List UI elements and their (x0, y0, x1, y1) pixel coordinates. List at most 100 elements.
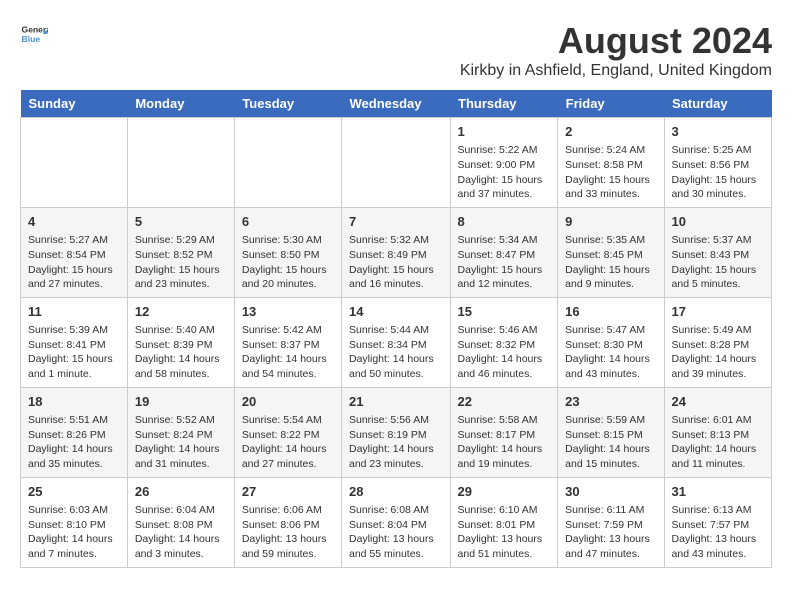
day-number: 10 (672, 213, 764, 231)
cell-content: Sunrise: 6:11 AM Sunset: 7:59 PM Dayligh… (565, 503, 656, 562)
header-row: SundayMondayTuesdayWednesdayThursdayFrid… (21, 90, 772, 118)
cell-content: Sunrise: 5:24 AM Sunset: 8:58 PM Dayligh… (565, 143, 656, 202)
day-number: 21 (349, 393, 443, 411)
cell-content: Sunrise: 5:34 AM Sunset: 8:47 PM Dayligh… (458, 233, 551, 292)
calendar-cell: 20 Sunrise: 5:54 AM Sunset: 8:22 PM Dayli… (234, 387, 341, 477)
calendar-cell: 29 Sunrise: 6:10 AM Sunset: 8:01 PM Dayli… (450, 477, 558, 567)
day-number: 6 (242, 213, 334, 231)
header-cell-monday: Monday (127, 90, 234, 118)
cell-content: Sunrise: 5:51 AM Sunset: 8:26 PM Dayligh… (28, 413, 120, 472)
calendar-cell: 11Sunrise: 5:39 AM Sunset: 8:41 PM Dayli… (21, 297, 128, 387)
cell-content: Sunrise: 5:58 AM Sunset: 8:17 PM Dayligh… (458, 413, 551, 472)
calendar-cell: 18 Sunrise: 5:51 AM Sunset: 8:26 PM Dayli… (21, 387, 128, 477)
calendar-cell (21, 118, 128, 208)
calendar-week-4: 18 Sunrise: 5:51 AM Sunset: 8:26 PM Dayli… (21, 387, 772, 477)
cell-content: Sunrise: 5:25 AM Sunset: 8:56 PM Dayligh… (672, 143, 764, 202)
cell-content: Sunrise: 6:10 AM Sunset: 8:01 PM Dayligh… (458, 503, 551, 562)
calendar-cell (234, 118, 341, 208)
cell-content: Sunrise: 5:40 AM Sunset: 8:39 PM Dayligh… (135, 323, 227, 382)
calendar-cell: 25 Sunrise: 6:03 AM Sunset: 8:10 PM Dayli… (21, 477, 128, 567)
logo-icon: General Blue (20, 20, 48, 48)
calendar-cell: 3 Sunrise: 5:25 AM Sunset: 8:56 PM Daylig… (664, 118, 771, 208)
cell-content: Sunrise: 5:32 AM Sunset: 8:49 PM Dayligh… (349, 233, 443, 292)
header-cell-tuesday: Tuesday (234, 90, 341, 118)
calendar-cell (342, 118, 451, 208)
day-number: 24 (672, 393, 764, 411)
day-number: 25 (28, 483, 120, 501)
cell-content: Sunrise: 5:47 AM Sunset: 8:30 PM Dayligh… (565, 323, 656, 382)
calendar-table: SundayMondayTuesdayWednesdayThursdayFrid… (20, 90, 772, 568)
calendar-cell: 2 Sunrise: 5:24 AM Sunset: 8:58 PM Daylig… (558, 118, 664, 208)
subtitle: Kirkby in Ashfield, England, United King… (460, 62, 772, 80)
svg-text:Blue: Blue (22, 34, 41, 44)
cell-content: Sunrise: 5:44 AM Sunset: 8:34 PM Dayligh… (349, 323, 443, 382)
calendar-cell: 16 Sunrise: 5:47 AM Sunset: 8:30 PM Dayli… (558, 297, 664, 387)
day-number: 12 (135, 303, 227, 321)
calendar-week-1: 1Sunrise: 5:22 AM Sunset: 9:00 PM Daylig… (21, 118, 772, 208)
calendar-cell: 14 Sunrise: 5:44 AM Sunset: 8:34 PM Dayli… (342, 297, 451, 387)
cell-content: Sunrise: 5:59 AM Sunset: 8:15 PM Dayligh… (565, 413, 656, 472)
header-cell-saturday: Saturday (664, 90, 771, 118)
cell-content: Sunrise: 5:30 AM Sunset: 8:50 PM Dayligh… (242, 233, 334, 292)
calendar-cell: 22 Sunrise: 5:58 AM Sunset: 8:17 PM Dayli… (450, 387, 558, 477)
calendar-week-2: 4 Sunrise: 5:27 AM Sunset: 8:54 PM Daylig… (21, 207, 772, 297)
cell-content: Sunrise: 5:54 AM Sunset: 8:22 PM Dayligh… (242, 413, 334, 472)
calendar-cell: 13Sunrise: 5:42 AM Sunset: 8:37 PM Dayli… (234, 297, 341, 387)
logo: General Blue (20, 20, 48, 48)
calendar-cell: 5Sunrise: 5:29 AM Sunset: 8:52 PM Daylig… (127, 207, 234, 297)
day-number: 18 (28, 393, 120, 411)
header-cell-sunday: Sunday (21, 90, 128, 118)
calendar-cell: 31Sunrise: 6:13 AM Sunset: 7:57 PM Dayli… (664, 477, 771, 567)
calendar-cell: 24 Sunrise: 6:01 AM Sunset: 8:13 PM Dayli… (664, 387, 771, 477)
cell-content: Sunrise: 5:22 AM Sunset: 9:00 PM Dayligh… (458, 143, 551, 202)
calendar-cell: 28 Sunrise: 6:08 AM Sunset: 8:04 PM Dayli… (342, 477, 451, 567)
calendar-cell: 19 Sunrise: 5:52 AM Sunset: 8:24 PM Dayli… (127, 387, 234, 477)
day-number: 26 (135, 483, 227, 501)
day-number: 19 (135, 393, 227, 411)
calendar-cell: 12 Sunrise: 5:40 AM Sunset: 8:39 PM Dayli… (127, 297, 234, 387)
calendar-cell: 26 Sunrise: 6:04 AM Sunset: 8:08 PM Dayli… (127, 477, 234, 567)
cell-content: Sunrise: 5:35 AM Sunset: 8:45 PM Dayligh… (565, 233, 656, 292)
day-number: 16 (565, 303, 656, 321)
day-number: 2 (565, 123, 656, 141)
day-number: 22 (458, 393, 551, 411)
day-number: 29 (458, 483, 551, 501)
cell-content: Sunrise: 6:06 AM Sunset: 8:06 PM Dayligh… (242, 503, 334, 562)
day-number: 7 (349, 213, 443, 231)
calendar-cell: 7 Sunrise: 5:32 AM Sunset: 8:49 PM Daylig… (342, 207, 451, 297)
calendar-week-5: 25 Sunrise: 6:03 AM Sunset: 8:10 PM Dayli… (21, 477, 772, 567)
calendar-cell: 27 Sunrise: 6:06 AM Sunset: 8:06 PM Dayli… (234, 477, 341, 567)
day-number: 3 (672, 123, 764, 141)
calendar-cell (127, 118, 234, 208)
calendar-cell: 15 Sunrise: 5:46 AM Sunset: 8:32 PM Dayli… (450, 297, 558, 387)
cell-content: Sunrise: 5:27 AM Sunset: 8:54 PM Dayligh… (28, 233, 120, 292)
cell-content: Sunrise: 6:04 AM Sunset: 8:08 PM Dayligh… (135, 503, 227, 562)
cell-content: Sunrise: 6:01 AM Sunset: 8:13 PM Dayligh… (672, 413, 764, 472)
calendar-cell: 21Sunrise: 5:56 AM Sunset: 8:19 PM Dayli… (342, 387, 451, 477)
day-number: 4 (28, 213, 120, 231)
calendar-cell: 1Sunrise: 5:22 AM Sunset: 9:00 PM Daylig… (450, 118, 558, 208)
cell-content: Sunrise: 6:03 AM Sunset: 8:10 PM Dayligh… (28, 503, 120, 562)
cell-content: Sunrise: 5:52 AM Sunset: 8:24 PM Dayligh… (135, 413, 227, 472)
cell-content: Sunrise: 5:46 AM Sunset: 8:32 PM Dayligh… (458, 323, 551, 382)
day-number: 8 (458, 213, 551, 231)
calendar-cell: 23Sunrise: 5:59 AM Sunset: 8:15 PM Dayli… (558, 387, 664, 477)
page-header: General Blue August 2024 Kirkby in Ashfi… (20, 20, 772, 80)
main-title: August 2024 (460, 20, 772, 62)
day-number: 20 (242, 393, 334, 411)
cell-content: Sunrise: 5:39 AM Sunset: 8:41 PM Dayligh… (28, 323, 120, 382)
day-number: 14 (349, 303, 443, 321)
day-number: 27 (242, 483, 334, 501)
calendar-cell: 4 Sunrise: 5:27 AM Sunset: 8:54 PM Daylig… (21, 207, 128, 297)
header-cell-wednesday: Wednesday (342, 90, 451, 118)
day-number: 15 (458, 303, 551, 321)
calendar-cell: 10Sunrise: 5:37 AM Sunset: 8:43 PM Dayli… (664, 207, 771, 297)
header-cell-thursday: Thursday (450, 90, 558, 118)
calendar-cell: 9 Sunrise: 5:35 AM Sunset: 8:45 PM Daylig… (558, 207, 664, 297)
day-number: 9 (565, 213, 656, 231)
day-number: 28 (349, 483, 443, 501)
calendar-cell: 6 Sunrise: 5:30 AM Sunset: 8:50 PM Daylig… (234, 207, 341, 297)
day-number: 31 (672, 483, 764, 501)
calendar-cell: 8 Sunrise: 5:34 AM Sunset: 8:47 PM Daylig… (450, 207, 558, 297)
cell-content: Sunrise: 6:08 AM Sunset: 8:04 PM Dayligh… (349, 503, 443, 562)
